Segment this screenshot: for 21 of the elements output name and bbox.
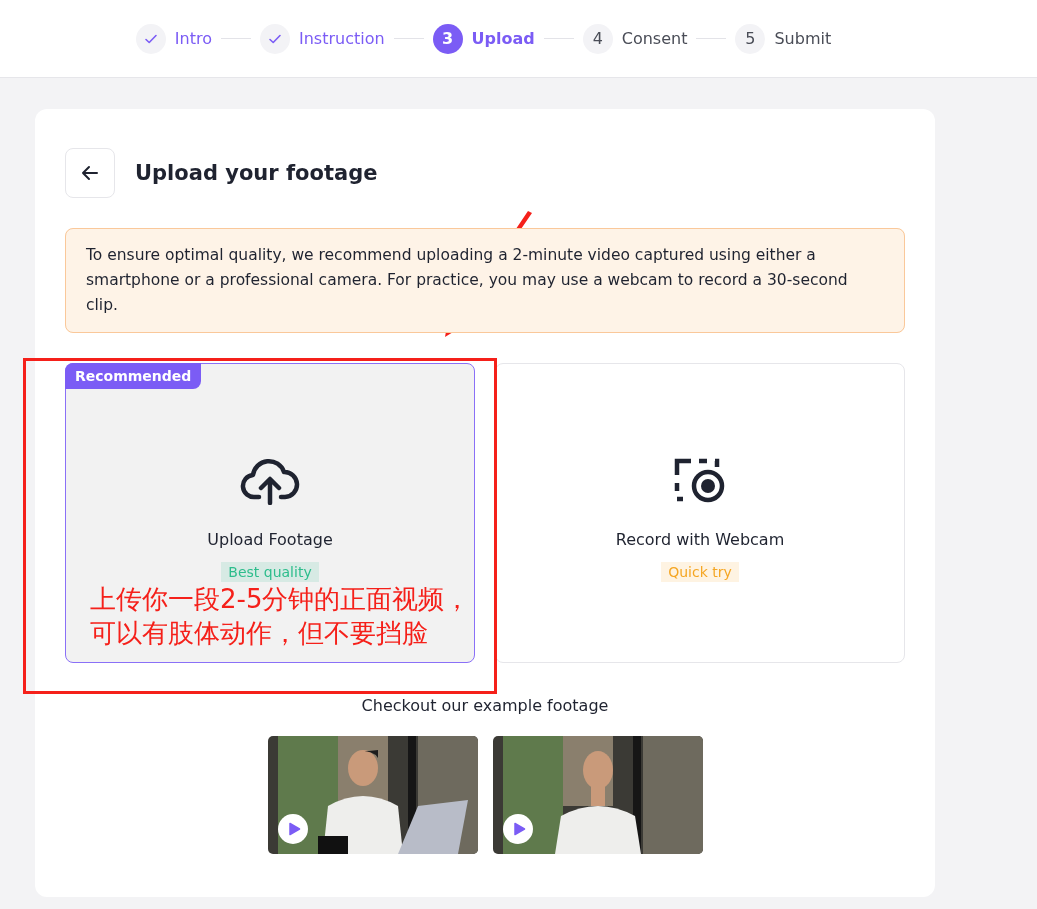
step-tab[interactable]: 3 Upload <box>432 23 535 54</box>
back-arrow-icon <box>80 163 100 183</box>
annotation-text: 可以有肢体动作，但不要挡脸 <box>90 617 429 650</box>
option-title: Upload Footage <box>207 530 333 549</box>
back-button[interactable] <box>65 148 115 198</box>
notice-banner: To ensure optimal quality, we recommend uploading a 2-minute video captured using either a smartphone or a professional camera. For practice, you may use a webcam to record a 30-second clip. <box>65 228 905 333</box>
page-title: Upload your footage <box>135 161 378 185</box>
option-tag: Best quality <box>221 562 319 582</box>
examples-heading: Checkout our example footage <box>360 696 610 715</box>
recommended-badge: Recommended <box>65 363 202 389</box>
option-tag: Quick try <box>661 562 739 582</box>
step-tab[interactable]: Instruction <box>259 23 385 54</box>
record-icon <box>673 457 727 503</box>
play-icon <box>286 822 301 836</box>
play-icon <box>511 822 526 836</box>
step-tab[interactable]: 4 Consent <box>582 23 688 54</box>
option-card[interactable]: Record with Webcam Quick try <box>495 363 905 663</box>
annotation-text: 上传你一段2-5分钟的正面视频， <box>90 583 471 616</box>
option-title: Record with Webcam <box>615 530 785 549</box>
step-tab[interactable]: 5 Submit <box>735 23 832 54</box>
step-tab[interactable]: Intro <box>135 23 212 54</box>
